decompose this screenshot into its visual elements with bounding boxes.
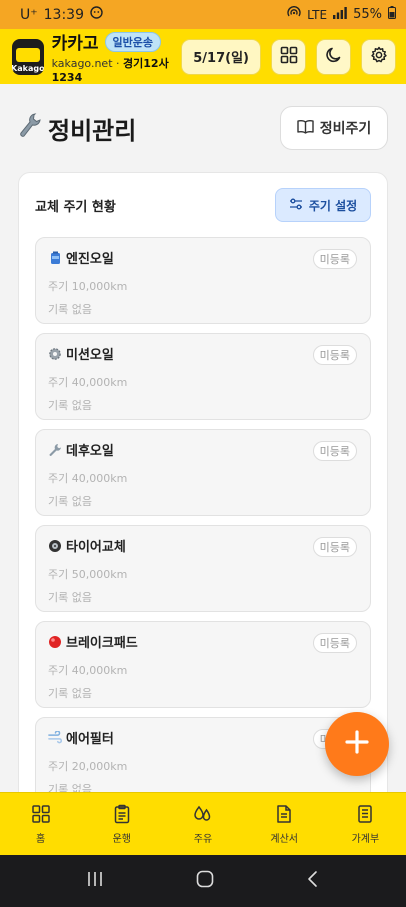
app-name: 카카고 — [51, 34, 99, 54]
list-item-air-filter[interactable]: 에어필터 주기 20,000km 기록 없음 미등록 — [35, 717, 371, 804]
subtitle-separator: · — [116, 57, 120, 70]
truck-icon — [15, 47, 40, 62]
nav-label: 홈 — [36, 833, 46, 845]
item-cycle: 주기 40,000km — [48, 664, 128, 677]
nav-item-fuel[interactable]: 주유 — [162, 793, 243, 855]
item-record: 기록 없음 — [48, 399, 92, 412]
status-badge: 미등록 — [312, 249, 357, 269]
maintenance-cycle-button[interactable]: 정비주기 — [280, 106, 388, 150]
item-name: 엔진오일 — [66, 252, 114, 267]
nav-item-ledger[interactable]: 가계부 — [325, 793, 406, 855]
date-label: 5/17(일) — [193, 51, 249, 66]
nav-label: 운행 — [112, 833, 131, 845]
item-cycle: 주기 10,000km — [48, 280, 128, 293]
page-title-text: 정비관리 — [48, 116, 137, 145]
cycle-settings-button[interactable]: 주기 설정 — [275, 188, 371, 222]
wrench-icon — [18, 112, 42, 144]
nav-label: 주유 — [193, 833, 213, 845]
status-badge: 미등록 — [312, 345, 357, 365]
gear-icon — [48, 347, 62, 361]
item-cycle: 주기 40,000km — [48, 472, 128, 485]
item-record: 기록 없음 — [48, 495, 92, 508]
item-cycle: 주기 50,000km — [48, 568, 128, 581]
battery-icon — [388, 6, 396, 23]
book-icon — [297, 119, 314, 138]
nav-label: 계산서 — [270, 833, 299, 845]
bottom-nav: 홈 운행 주유 계산서 가계부 — [0, 792, 406, 855]
wrench-icon — [48, 443, 62, 457]
grid-button[interactable] — [271, 38, 306, 75]
add-record-button[interactable] — [325, 712, 389, 776]
item-cycle: 주기 40,000km — [48, 376, 128, 389]
hotspot-icon — [287, 6, 301, 23]
list-item-engine-oil[interactable]: 엔진오일 주기 10,000km 기록 없음 미등록 — [35, 237, 371, 324]
dark-mode-button[interactable] — [316, 38, 351, 75]
notification-icon — [90, 6, 103, 23]
list-item-transmission-oil[interactable]: 미션오일 주기 40,000km 기록 없음 미등록 — [35, 333, 371, 420]
settings-button[interactable] — [361, 38, 396, 75]
list-item-brake-pad[interactable]: 브레이크패드 주기 40,000km 기록 없음 미등록 — [35, 621, 371, 708]
cycle-settings-label: 주기 설정 — [308, 198, 358, 213]
panel-title: 교체 주기 현황 — [35, 199, 116, 215]
site-url: kakago.net — [51, 57, 113, 70]
ledger-icon — [355, 804, 375, 827]
status-bar: U⁺ 13:39 LTE 55% — [0, 0, 406, 29]
red-circle-icon — [48, 635, 62, 649]
signal-icon — [333, 6, 347, 23]
item-name: 타이어교체 — [66, 540, 126, 555]
network-label: LTE — [307, 7, 328, 22]
item-name: 미션오일 — [66, 348, 114, 363]
tire-icon — [48, 539, 62, 553]
nav-item-trips[interactable]: 운행 — [81, 793, 162, 855]
recent-apps-button[interactable] — [86, 871, 104, 891]
app-logo[interactable]: Kakago — [12, 38, 44, 75]
list-item-differential-oil[interactable]: 데후오일 주기 40,000km 기록 없음 미등록 — [35, 429, 371, 516]
date-button[interactable]: 5/17(일) — [181, 38, 261, 75]
clock: 13:39 — [43, 6, 84, 23]
system-nav-bar — [0, 855, 406, 907]
droplets-icon — [193, 804, 213, 827]
item-record: 기록 없음 — [48, 687, 92, 700]
status-badge: 미등록 — [312, 441, 357, 461]
page-title: 정비관리 — [18, 111, 136, 146]
brand-subtitle: kakago.net · 경기12사1234 — [52, 55, 182, 84]
nav-item-invoice[interactable]: 계산서 — [244, 793, 325, 855]
app-header: Kakago 카카고 일반운송 kakago.net · 경기12사1234 5… — [0, 29, 406, 84]
brand-block: 카카고 일반운송 kakago.net · 경기12사1234 — [52, 29, 182, 84]
page-header: 정비관리 정비주기 — [0, 84, 406, 172]
nav-label: 가계부 — [351, 833, 380, 845]
item-record: 기록 없음 — [48, 591, 92, 604]
item-record: 기록 없음 — [48, 303, 92, 316]
list-item-tire[interactable]: 타이어교체 주기 50,000km 기록 없음 미등록 — [35, 525, 371, 612]
status-badge: 미등록 — [312, 537, 357, 557]
document-icon — [274, 804, 294, 827]
nav-item-home[interactable]: 홈 — [0, 793, 81, 855]
clipboard-icon — [112, 804, 132, 827]
item-name: 브레이크패드 — [66, 636, 138, 651]
replacement-cycle-panel: 교체 주기 현황 주기 설정 엔진오일 주기 10,000km 기록 없음 미등… — [18, 172, 388, 812]
grid-icon — [31, 804, 51, 827]
home-button[interactable] — [196, 870, 214, 892]
battery-label: 55% — [353, 7, 382, 22]
item-name: 데후오일 — [66, 444, 114, 459]
plus-icon — [344, 729, 370, 759]
item-cycle: 주기 20,000km — [48, 760, 128, 773]
logo-text: Kakago — [12, 63, 44, 73]
maintenance-cycle-label: 정비주기 — [319, 121, 372, 137]
sliders-icon — [289, 198, 303, 213]
back-button[interactable] — [306, 870, 320, 892]
plan-badge: 일반운송 — [104, 31, 162, 52]
gear-icon — [370, 46, 388, 68]
status-badge: 미등록 — [312, 633, 357, 653]
oil-can-icon — [48, 251, 62, 265]
moon-icon — [325, 46, 343, 68]
item-name: 에어필터 — [66, 732, 114, 747]
carrier-label: U⁺ — [20, 6, 38, 23]
wind-icon — [48, 731, 62, 745]
grid-icon — [280, 46, 298, 68]
